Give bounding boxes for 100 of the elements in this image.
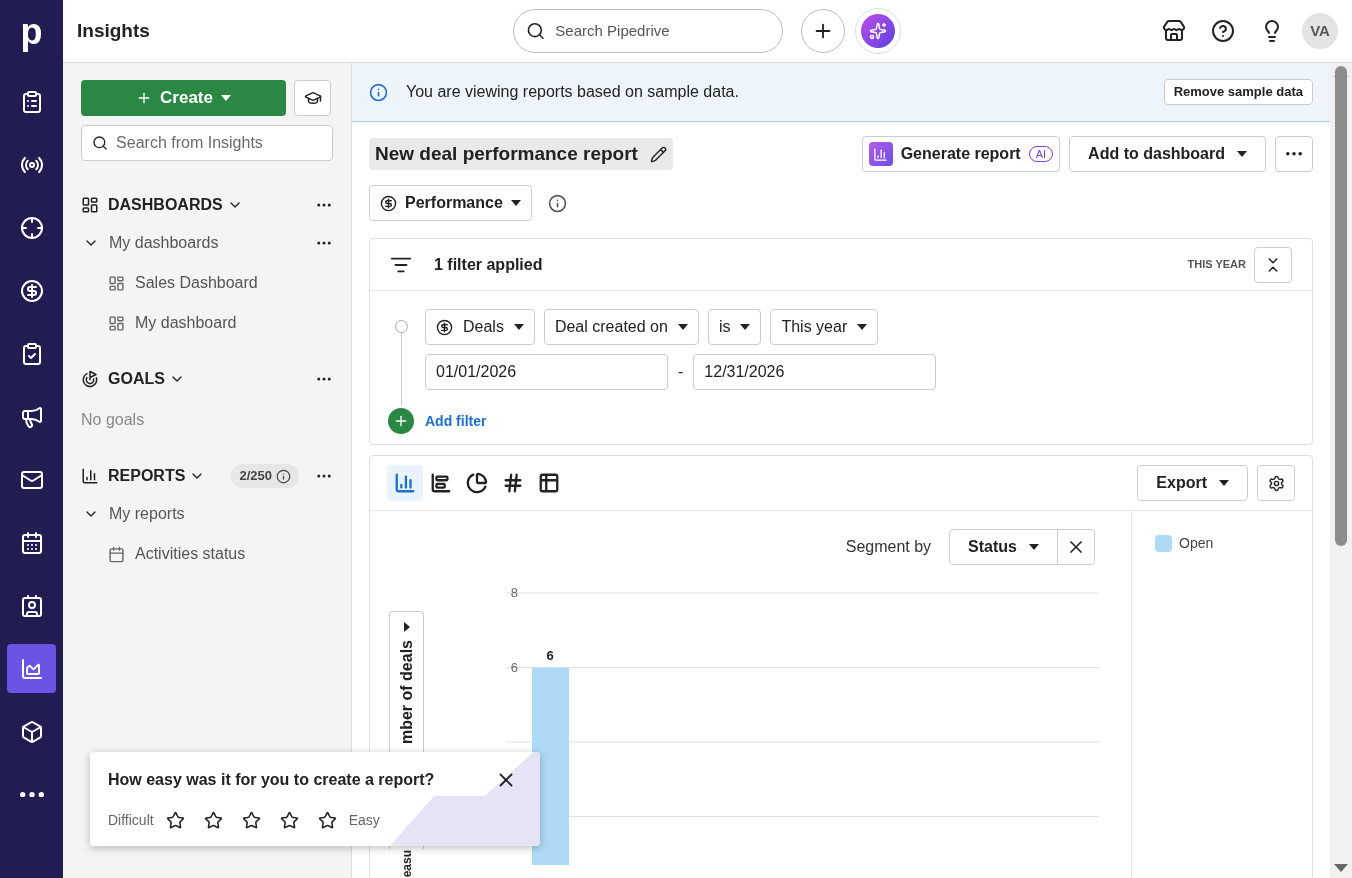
filter-dropdown[interactable]: Deal created on bbox=[543, 309, 699, 345]
dashboard-icon bbox=[108, 274, 125, 292]
high-label: Easy bbox=[348, 811, 380, 830]
star-icon[interactable] bbox=[241, 811, 261, 830]
low-label: Difficult bbox=[108, 811, 154, 830]
chart-icon bbox=[19, 656, 44, 681]
megaphone-icon bbox=[19, 404, 44, 429]
sidebar-item[interactable]: Sales Dashboard bbox=[135, 271, 258, 295]
chart-icon bbox=[868, 142, 893, 166]
empty-text: No goals bbox=[81, 410, 146, 430]
star-icon[interactable] bbox=[317, 811, 337, 830]
add-icon[interactable] bbox=[388, 408, 414, 434]
dollar-icon bbox=[19, 278, 44, 303]
group-label[interactable]: My dashboards bbox=[109, 231, 219, 255]
search-icon bbox=[92, 134, 109, 152]
date-field[interactable]: 01/01/2026 bbox=[425, 354, 668, 390]
search-input[interactable]: Search from Insights bbox=[116, 131, 322, 155]
count-badge: 2/250 bbox=[231, 464, 299, 488]
scrollbar[interactable] bbox=[1330, 63, 1352, 878]
create-button[interactable]: Create bbox=[81, 80, 286, 116]
calendar-icon bbox=[19, 530, 44, 555]
pencil-icon[interactable] bbox=[649, 145, 667, 163]
report-title[interactable]: New deal performance report bbox=[369, 138, 673, 170]
dashboard-icon bbox=[108, 314, 125, 332]
report-type-dropdown[interactable]: Performance bbox=[369, 185, 532, 221]
period-label: THIS YEAR bbox=[1187, 257, 1246, 273]
add-filter-link[interactable]: Add filter bbox=[425, 410, 487, 432]
search-input[interactable]: Search Pipedrive bbox=[555, 19, 770, 43]
caret-icon bbox=[740, 324, 751, 330]
banner-text: You are viewing reports based on sample data. bbox=[406, 82, 739, 102]
section-title[interactable]: REPORTS bbox=[108, 464, 186, 488]
bar-chart-icon bbox=[81, 467, 99, 485]
settings-icon bbox=[1267, 474, 1285, 492]
more-button[interactable] bbox=[1275, 136, 1313, 172]
add-to-dashboard-button[interactable]: Add to dashboard bbox=[1069, 136, 1266, 172]
target-icon bbox=[81, 370, 99, 388]
search-icon bbox=[526, 20, 546, 42]
legend-label: Open bbox=[1179, 534, 1214, 553]
range-separator: - bbox=[678, 362, 684, 382]
plus-icon bbox=[393, 413, 409, 429]
caret-icon bbox=[1237, 151, 1247, 157]
caret-icon bbox=[1219, 480, 1229, 486]
info-icon bbox=[276, 468, 291, 484]
info-icon[interactable] bbox=[547, 193, 567, 213]
page-title: Insights bbox=[77, 18, 151, 43]
help-icon[interactable] bbox=[1211, 19, 1235, 43]
axis-tick: 8 bbox=[510, 585, 518, 600]
more-icon bbox=[1286, 152, 1302, 156]
group-label[interactable]: My reports bbox=[109, 502, 185, 526]
contact-card-icon bbox=[19, 593, 44, 618]
more-icon bbox=[19, 791, 44, 798]
caret-icon bbox=[1029, 544, 1039, 550]
settings-button[interactable] bbox=[1257, 465, 1295, 501]
pie-chart-icon bbox=[466, 472, 488, 494]
column-chart-tab[interactable] bbox=[387, 465, 423, 501]
logo[interactable]: p bbox=[20, 0, 43, 63]
section-title[interactable]: DASHBOARDS bbox=[108, 193, 223, 217]
crosshair-icon bbox=[19, 215, 44, 240]
segment-dropdown[interactable]: Status bbox=[949, 529, 1095, 565]
graduation-cap-icon bbox=[303, 89, 322, 107]
caret-icon bbox=[513, 324, 524, 330]
export-button[interactable]: Export bbox=[1137, 465, 1248, 501]
search-field[interactable]: Search from Insights bbox=[81, 125, 333, 161]
star-icon[interactable] bbox=[165, 811, 185, 830]
learn-button[interactable] bbox=[294, 80, 331, 116]
caret-icon bbox=[677, 324, 688, 330]
calendar-icon bbox=[108, 545, 125, 563]
dollar-icon bbox=[380, 194, 397, 212]
sparkle-icon bbox=[869, 22, 887, 40]
filter-dropdown[interactable]: is bbox=[707, 309, 762, 345]
caret-icon bbox=[510, 200, 521, 206]
box-icon bbox=[19, 719, 44, 744]
sidebar-item[interactable]: Activities status bbox=[135, 542, 246, 566]
generate-report-button[interactable]: Generate report AI bbox=[861, 136, 1061, 172]
chart-nav-item[interactable] bbox=[7, 644, 56, 693]
star-icon[interactable] bbox=[279, 811, 299, 830]
axis-label: easu bbox=[400, 850, 413, 878]
dollar-icon bbox=[436, 318, 453, 336]
section-title[interactable]: GOALS bbox=[108, 367, 165, 391]
filter-dropdown[interactable]: Deals bbox=[425, 309, 535, 345]
number-icon bbox=[502, 472, 524, 494]
dashboard-icon bbox=[81, 196, 99, 214]
remove-sample-data-button[interactable]: Remove sample data bbox=[1163, 79, 1313, 105]
column-chart-icon bbox=[394, 472, 416, 494]
avatar[interactable]: VA bbox=[1302, 13, 1338, 49]
date-field[interactable]: 12/31/2026 bbox=[693, 354, 937, 390]
star-icon[interactable] bbox=[203, 811, 223, 830]
table-icon bbox=[538, 472, 560, 494]
caret-icon bbox=[857, 324, 868, 330]
filter-dropdown[interactable]: This year bbox=[770, 309, 879, 345]
triangle-icon bbox=[403, 622, 410, 632]
axis-tick: 6 bbox=[510, 659, 518, 675]
segment-label: Segment by bbox=[845, 537, 932, 557]
collapse-button[interactable] bbox=[1254, 246, 1292, 283]
info-icon bbox=[369, 82, 388, 102]
store-icon[interactable] bbox=[1162, 19, 1186, 43]
filter-summary: 1 filter applied bbox=[434, 254, 543, 275]
bar-value: 6 bbox=[546, 647, 554, 663]
bar-chart-icon bbox=[430, 472, 452, 494]
sidebar-item[interactable]: My dashboard bbox=[135, 311, 237, 335]
